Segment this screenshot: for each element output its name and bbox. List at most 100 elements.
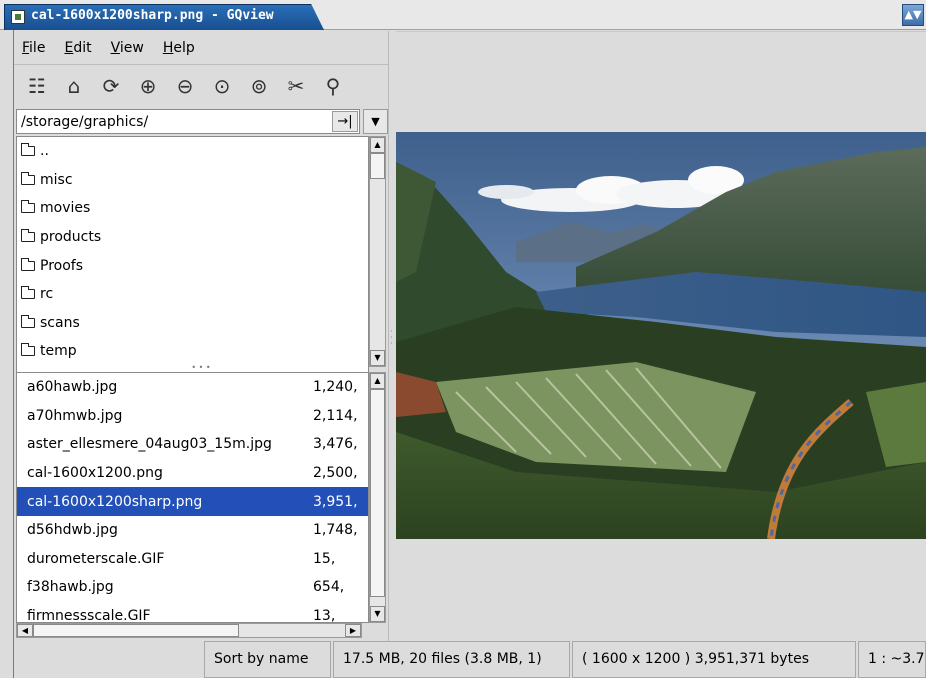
file-name: aster_ellesmere_04aug03_15m.jpg: [27, 436, 272, 453]
file-name: cal-1600x1200.png: [27, 465, 163, 482]
scroll-thumb[interactable]: [370, 153, 385, 179]
file-list[interactable]: a60hawb.jpg 1,240, a70hmwb.jpg 2,114, aster_…: [16, 372, 369, 623]
menu-edit[interactable]: Edit: [64, 40, 91, 56]
directory-list-scrollbar[interactable]: ▲ ▼: [369, 136, 386, 367]
file-row[interactable]: firmnessscale.GIF 13,: [17, 602, 368, 623]
window-control-button[interactable]: ▲▼: [902, 4, 924, 26]
zoom-in-icon[interactable]: ⊕: [133, 71, 163, 101]
file-list-hscrollbar[interactable]: ◀ ▶: [16, 623, 362, 638]
directory-name: movies: [40, 200, 91, 217]
zoom-out-icon[interactable]: ⊖: [170, 71, 200, 101]
hscroll-thumb[interactable]: [33, 624, 239, 637]
menu-view[interactable]: View: [111, 40, 144, 56]
directory-name: misc: [40, 171, 73, 188]
folder-icon: [21, 171, 35, 185]
window-left-border: [0, 30, 14, 678]
vertical-pane-divider[interactable]: · · ·: [388, 31, 396, 641]
file-size: 2,114,: [313, 407, 358, 424]
directory-item[interactable]: movies: [17, 194, 368, 223]
file-name: durometerscale.GIF: [27, 550, 165, 567]
folder-icon: [21, 257, 35, 271]
scroll-down-button[interactable]: ▼: [370, 606, 385, 622]
file-name: a60hawb.jpg: [27, 379, 118, 396]
path-go-button[interactable]: →|: [332, 111, 358, 132]
file-size: 2,500,: [313, 465, 358, 482]
app-icon[interactable]: [11, 10, 25, 24]
file-row[interactable]: f38hawb.jpg 654,: [17, 573, 368, 602]
window-title-tab[interactable]: cal-1600x1200sharp.png - GQview: [4, 4, 324, 30]
folder-icon: [21, 143, 35, 157]
toolbar: ☷ ⌂ ⟳ ⊕ ⊖ ⊙ ⊚ ✂ ⚲: [14, 65, 390, 107]
home-icon[interactable]: ⌂: [59, 71, 89, 101]
file-name: f38hawb.jpg: [27, 579, 114, 596]
scroll-down-button[interactable]: ▼: [370, 350, 385, 366]
directory-item[interactable]: Proofs: [17, 251, 368, 280]
file-row[interactable]: aster_ellesmere_04aug03_15m.jpg 3,476,: [17, 430, 368, 459]
file-row[interactable]: a60hawb.jpg 1,240,: [17, 373, 368, 402]
directory-list[interactable]: .. misc movies products Proofs rc scans temp: [16, 136, 369, 398]
directory-name: scans: [40, 314, 80, 331]
directory-item[interactable]: scans: [17, 309, 368, 338]
file-name: cal-1600x1200sharp.png: [27, 493, 203, 510]
file-name: a70hmwb.jpg: [27, 407, 123, 424]
file-list-scrollbar[interactable]: ▲ ▼: [369, 372, 386, 623]
scroll-thumb[interactable]: [370, 389, 385, 597]
pin-icon[interactable]: ⚲: [318, 71, 348, 101]
file-row[interactable]: cal-1600x1200.png 2,500,: [17, 459, 368, 488]
scroll-up-button[interactable]: ▲: [370, 137, 385, 153]
image-view-pane[interactable]: [396, 31, 926, 641]
directory-item[interactable]: temp: [17, 337, 368, 366]
status-image-info: ( 1600 x 1200 ) 3,951,371 bytes: [572, 641, 856, 678]
file-size: 3,476,: [313, 436, 358, 453]
directory-name: Proofs: [40, 257, 83, 274]
thumbnails-icon[interactable]: ☷: [22, 71, 52, 101]
menu-file[interactable]: File: [22, 40, 45, 56]
file-size: 13,: [313, 608, 336, 623]
file-row[interactable]: a70hmwb.jpg 2,114,: [17, 402, 368, 431]
file-row[interactable]: durometerscale.GIF 15,: [17, 545, 368, 574]
path-input[interactable]: [16, 109, 360, 134]
refresh-icon[interactable]: ⟳: [96, 71, 126, 101]
zoom-fit-icon[interactable]: ⊙: [207, 71, 237, 101]
image-display[interactable]: [396, 132, 926, 539]
status-zoom: 1 : ~3.7: [858, 641, 926, 678]
file-row[interactable]: d56hdwb.jpg 1,748,: [17, 516, 368, 545]
menu-bar: File Edit View Help: [14, 31, 390, 65]
tools-icon[interactable]: ✂: [281, 71, 311, 101]
file-size: 654,: [313, 579, 345, 596]
file-size: 1,748,: [313, 522, 358, 539]
file-name: firmnessscale.GIF: [27, 608, 151, 623]
file-name: d56hdwb.jpg: [27, 522, 118, 539]
scroll-right-button[interactable]: ▶: [345, 624, 361, 637]
folder-icon: [21, 200, 35, 214]
folder-icon: [21, 286, 35, 300]
window-title: cal-1600x1200sharp.png - GQview: [31, 8, 274, 23]
file-size: 15,: [313, 550, 336, 567]
scroll-up-button[interactable]: ▲: [370, 373, 385, 389]
folder-icon: [21, 314, 35, 328]
directory-name: products: [40, 229, 102, 246]
directory-item[interactable]: products: [17, 223, 368, 252]
folder-icon: [21, 343, 35, 357]
title-bar: cal-1600x1200sharp.png - GQview ▲▼: [0, 0, 926, 30]
directory-item[interactable]: ..: [17, 137, 368, 166]
status-blank: [14, 641, 200, 678]
file-row[interactable]: cal-1600x1200sharp.png 3,951,: [17, 487, 368, 516]
directory-name: temp: [40, 343, 77, 360]
menu-help[interactable]: Help: [163, 40, 195, 56]
file-size: 1,240,: [313, 379, 358, 396]
path-row: →| ▼: [14, 107, 390, 135]
file-size: 3,951,: [313, 493, 358, 510]
directory-item[interactable]: rc: [17, 280, 368, 309]
status-totals: 17.5 MB, 20 files (3.8 MB, 1): [333, 641, 570, 678]
sort-button[interactable]: Sort by name: [204, 641, 331, 678]
directory-item[interactable]: misc: [17, 166, 368, 195]
zoom-1to1-icon[interactable]: ⊚: [244, 71, 274, 101]
folder-icon: [21, 229, 35, 243]
scroll-left-button[interactable]: ◀: [17, 624, 33, 637]
path-history-dropdown[interactable]: ▼: [363, 109, 388, 134]
directory-name: rc: [40, 286, 54, 303]
status-bar: Sort by name 17.5 MB, 20 files (3.8 MB, …: [14, 641, 926, 678]
directory-name: ..: [40, 143, 49, 160]
landscape-image: [396, 132, 926, 539]
